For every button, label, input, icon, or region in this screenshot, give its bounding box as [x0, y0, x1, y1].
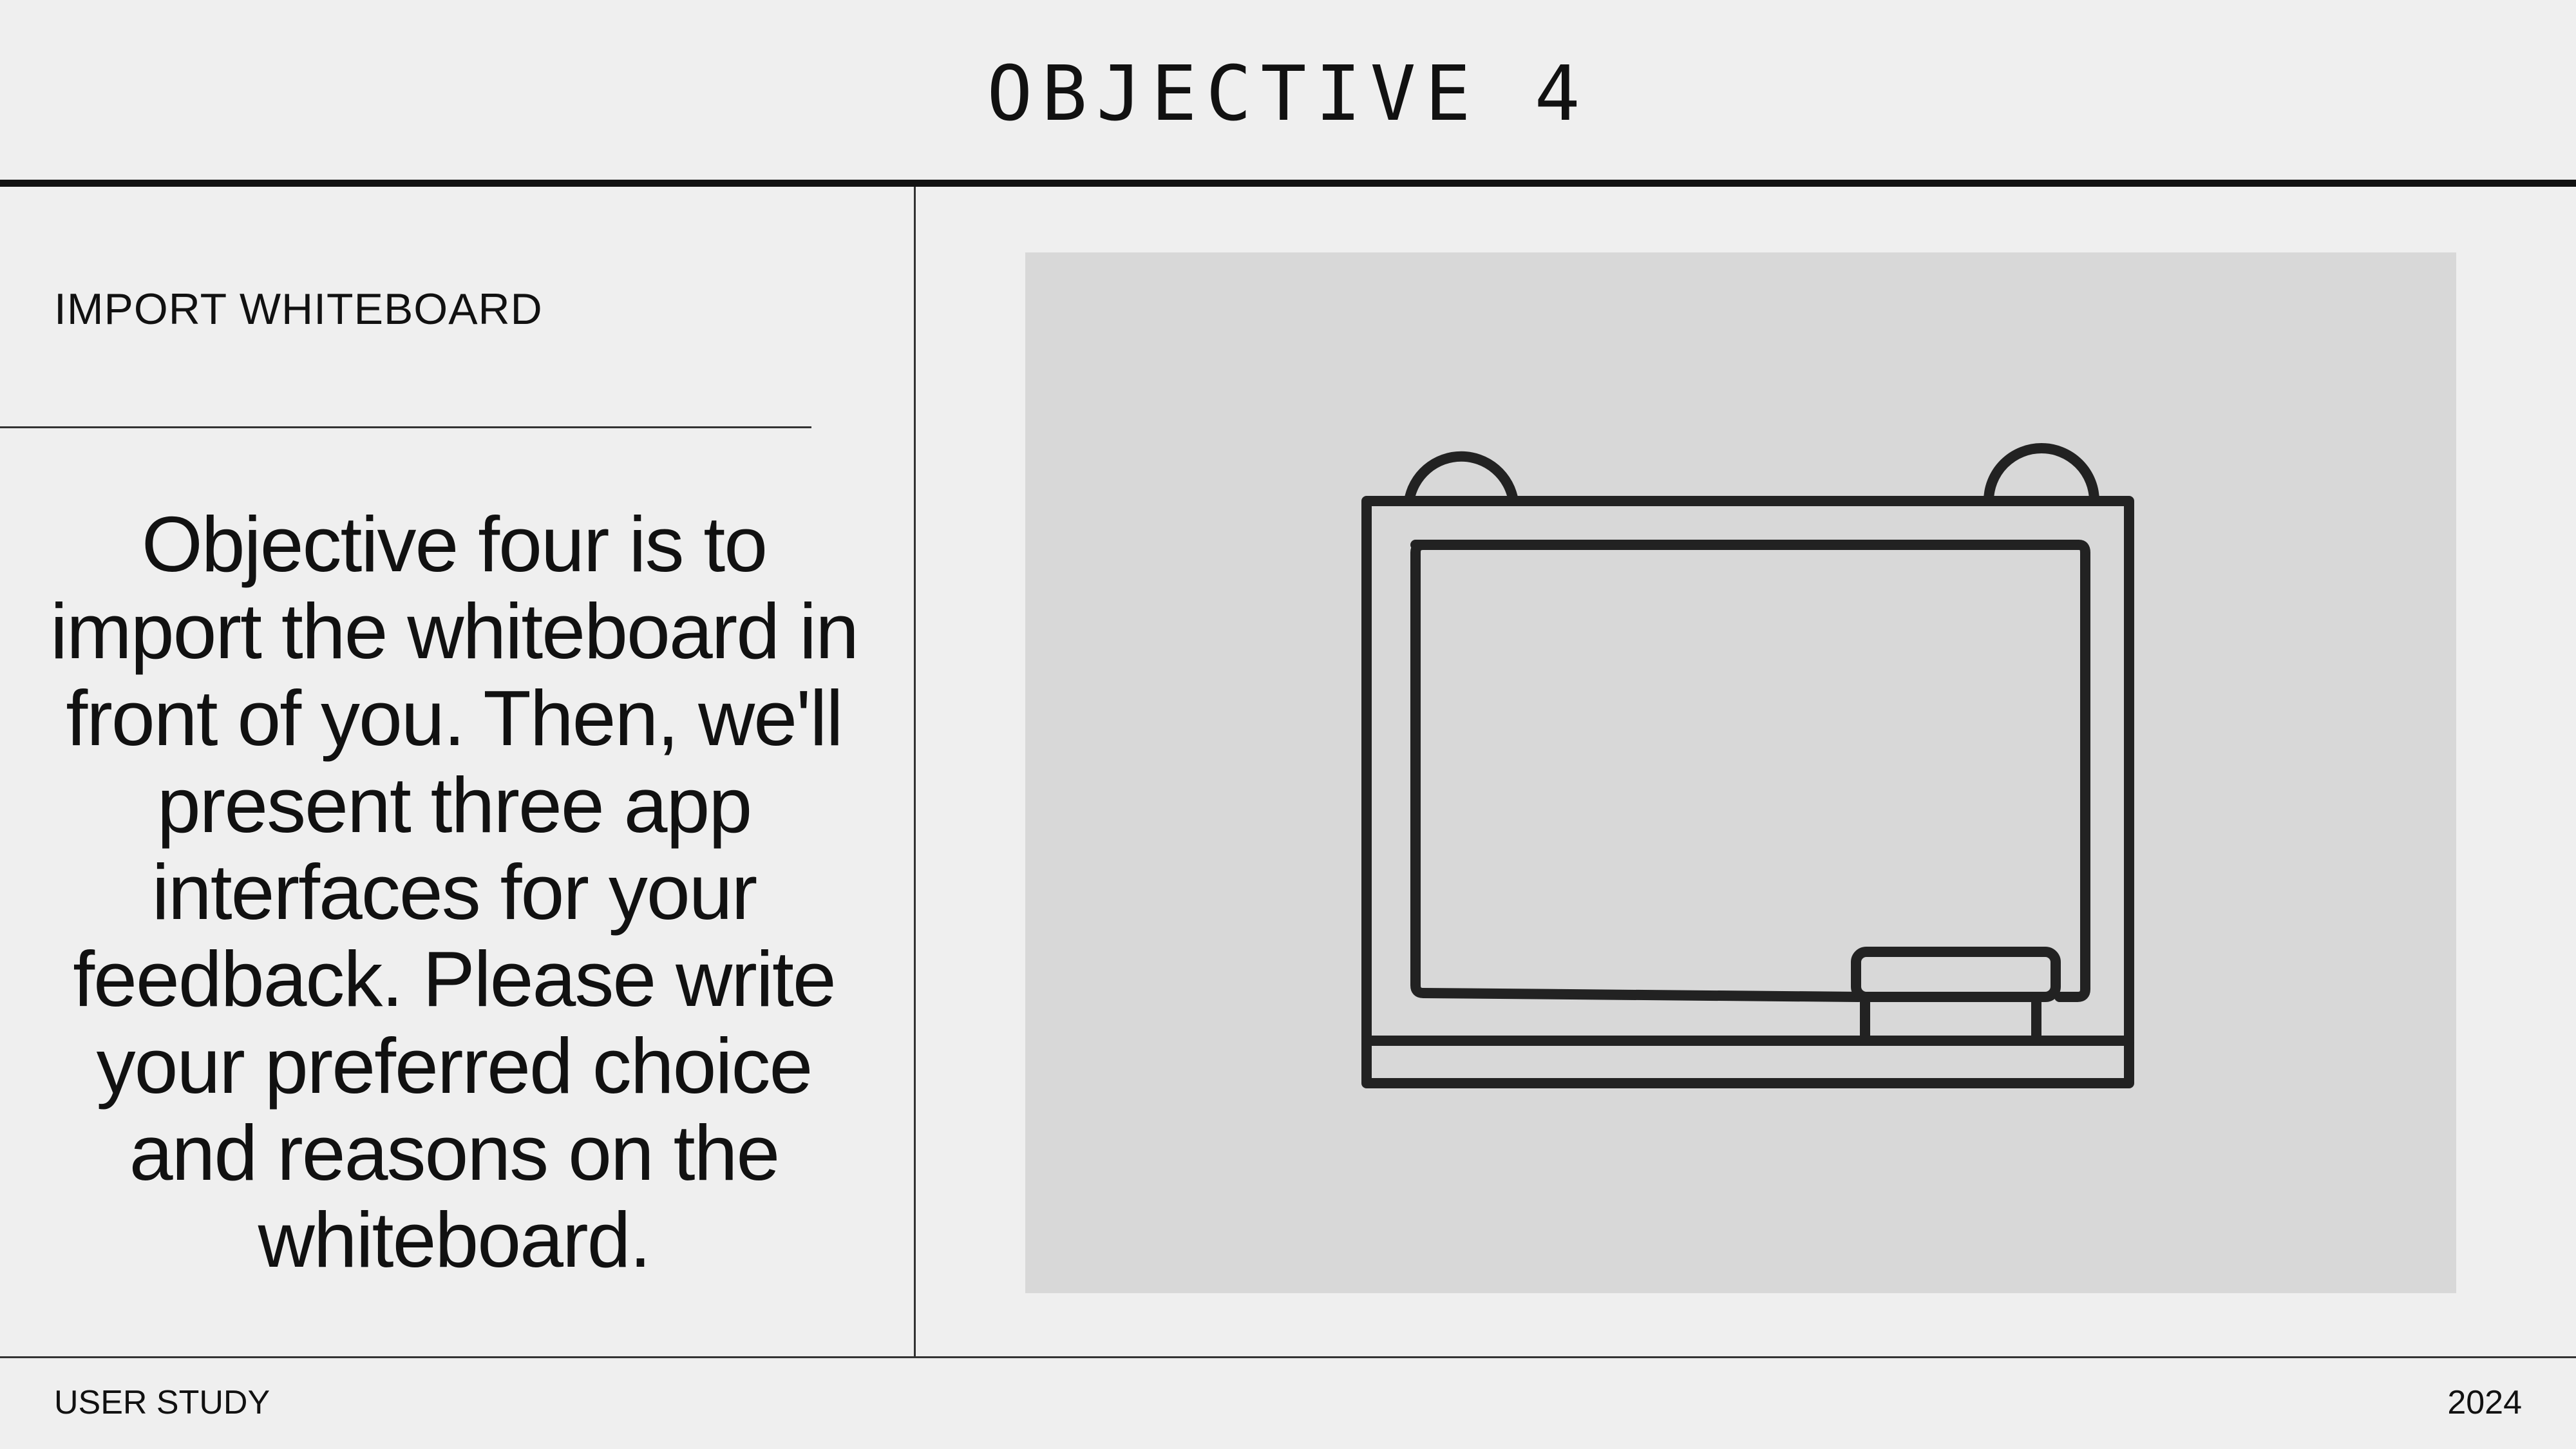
illustration-panel	[1025, 252, 2456, 1293]
whiteboard-icon	[1361, 443, 2134, 1088]
column-divider	[914, 187, 916, 1358]
objective-description: Objective four is to import the whiteboa…	[50, 500, 859, 1283]
board-surface-shape	[1410, 540, 2090, 1002]
slide-title: OBJECTIVE 4	[987, 49, 1589, 138]
right-clip-shape	[1984, 443, 2099, 506]
header-divider	[0, 180, 2576, 187]
footer-divider	[0, 1356, 2576, 1358]
footer-label: USER STUDY	[54, 1384, 270, 1421]
eraser-shape	[1851, 947, 2061, 1002]
left-clip-shape	[1404, 451, 1519, 506]
section-label: IMPORT WHITEBOARD	[54, 285, 543, 334]
eraser-base-shape	[1860, 992, 2041, 1045]
section-divider	[0, 426, 811, 428]
footer-year: 2024	[2447, 1384, 2522, 1421]
